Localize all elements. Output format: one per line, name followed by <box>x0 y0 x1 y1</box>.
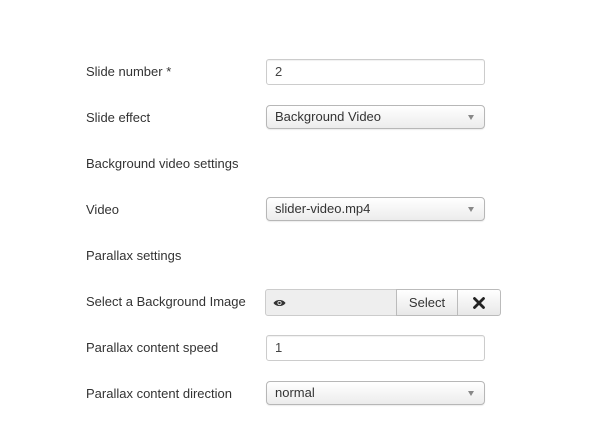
background-image-path-input[interactable] <box>293 289 397 316</box>
slide-effect-select[interactable]: Background Video <box>266 105 485 129</box>
parallax-settings-heading: Parallax settings <box>86 248 182 263</box>
parallax-speed-label: Parallax content speed <box>86 340 219 355</box>
background-image-label: Select a Background Image <box>86 294 246 309</box>
video-label: Video <box>86 202 120 217</box>
parallax-direction-selected-value: normal <box>275 385 315 400</box>
eye-icon <box>273 300 286 306</box>
chevron-down-icon <box>468 207 474 212</box>
video-select[interactable]: slider-video.mp4 <box>266 197 485 221</box>
slide-effect-label: Slide effect <box>86 110 151 125</box>
select-image-button[interactable]: Select <box>396 289 458 316</box>
background-image-media-field: Select <box>265 289 501 316</box>
preview-button[interactable] <box>265 289 294 316</box>
chevron-down-icon <box>468 391 474 396</box>
slide-number-input[interactable]: 2 <box>266 59 485 85</box>
parallax-speed-input[interactable]: 1 <box>266 335 485 361</box>
clear-image-button[interactable] <box>457 289 501 316</box>
parallax-direction-select[interactable]: normal <box>266 381 485 405</box>
chevron-down-icon <box>468 115 474 120</box>
slide-number-label: Slide number * <box>86 64 172 79</box>
parallax-direction-label: Parallax content direction <box>86 386 232 401</box>
video-selected-value: slider-video.mp4 <box>275 201 371 216</box>
close-icon <box>473 297 485 309</box>
background-video-settings-heading: Background video settings <box>86 156 239 171</box>
slide-effect-selected-value: Background Video <box>275 109 382 124</box>
